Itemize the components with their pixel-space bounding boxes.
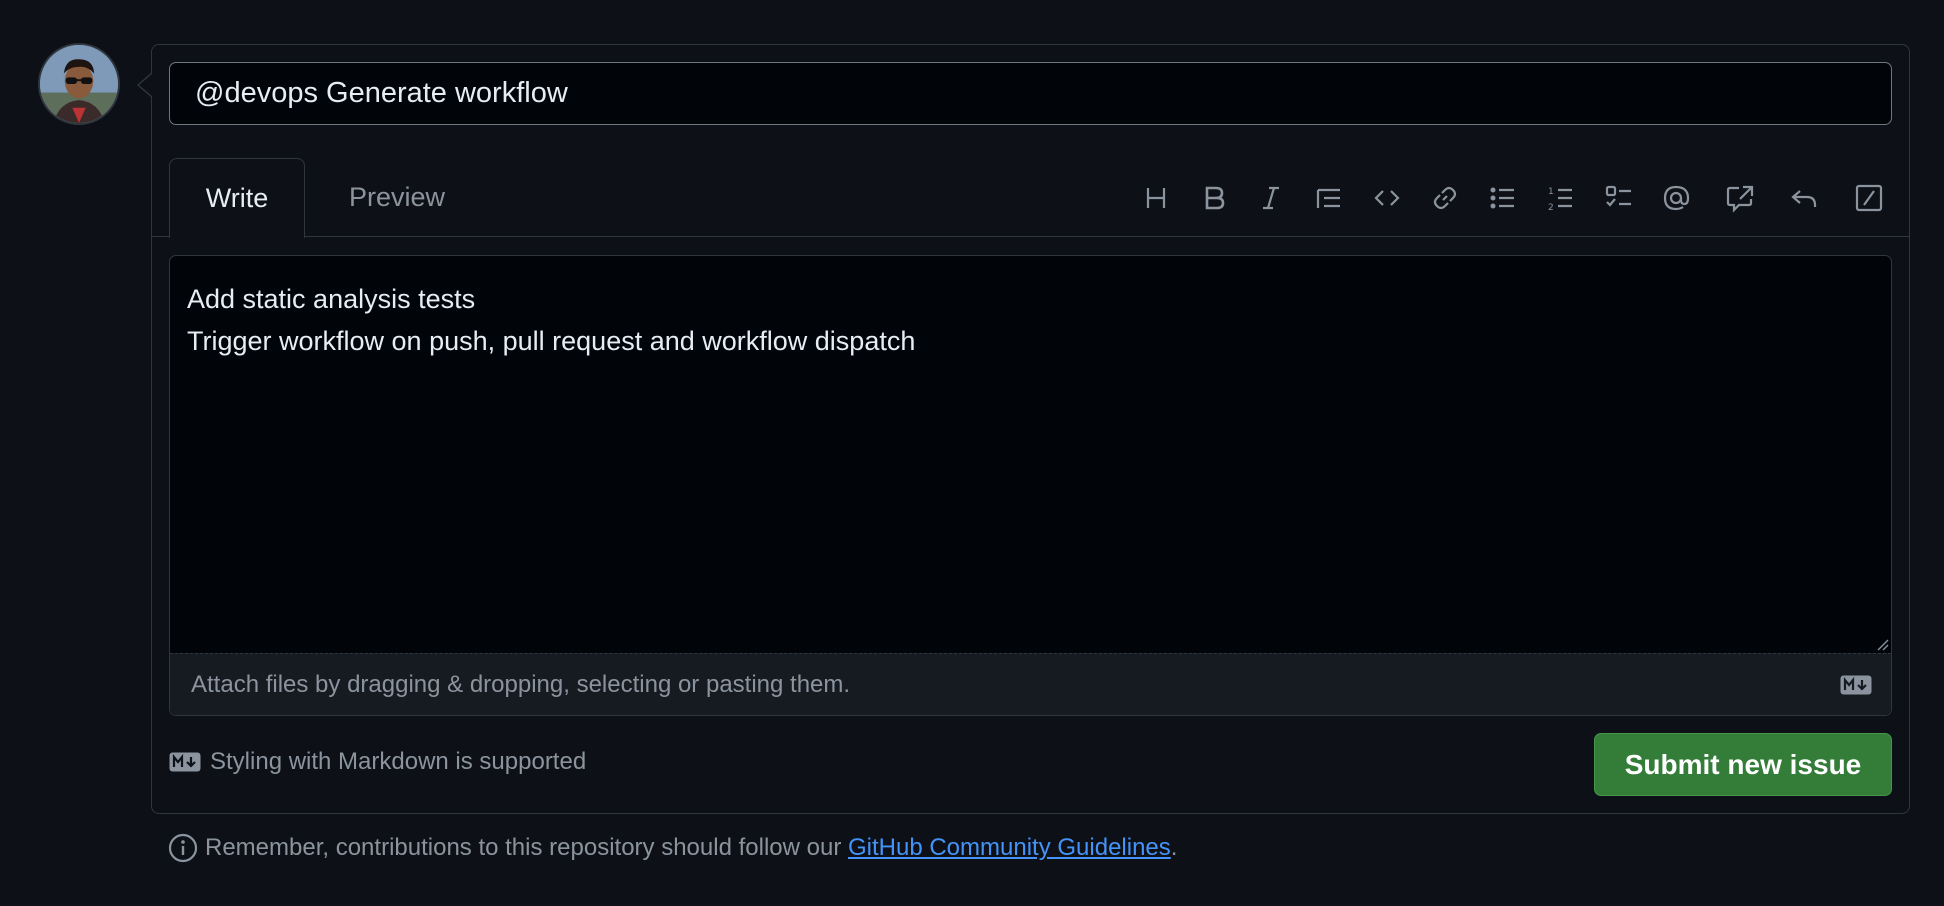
svg-text:1: 1 xyxy=(1548,187,1554,197)
comment-caret-fill xyxy=(139,73,153,97)
issue-body-line-1: Add static analysis tests xyxy=(187,284,476,314)
tab-write[interactable]: Write xyxy=(169,158,305,238)
bulleted-list-icon[interactable] xyxy=(1483,174,1523,222)
quote-icon[interactable] xyxy=(1309,174,1349,222)
contribution-guidelines-note: Remember, contributions to this reposito… xyxy=(167,832,1177,864)
task-list-icon[interactable] xyxy=(1599,174,1639,222)
tab-preview[interactable]: Preview xyxy=(330,158,464,237)
cross-reference-icon[interactable] xyxy=(1720,174,1760,222)
italic-icon[interactable] xyxy=(1251,174,1291,222)
link-icon[interactable] xyxy=(1425,174,1465,222)
numbered-list-icon[interactable]: 12 xyxy=(1541,174,1581,222)
issue-title-input[interactable] xyxy=(169,62,1892,125)
submit-new-issue-button[interactable]: Submit new issue xyxy=(1594,733,1892,796)
heading-icon[interactable] xyxy=(1136,174,1176,222)
info-icon xyxy=(168,833,198,863)
user-avatar[interactable] xyxy=(38,43,120,125)
avatar-image xyxy=(40,45,118,123)
saved-replies-icon[interactable] xyxy=(1784,174,1824,222)
issue-body-textarea[interactable]: Add static analysis tests Trigger workfl… xyxy=(169,255,1892,716)
bold-icon[interactable] xyxy=(1194,174,1234,222)
slash-commands-icon[interactable] xyxy=(1849,174,1889,222)
guidelines-prefix: Remember, contributions to this reposito… xyxy=(205,834,848,861)
code-icon[interactable] xyxy=(1367,174,1407,222)
resize-handle-icon[interactable] xyxy=(1877,639,1889,651)
markdown-icon[interactable] xyxy=(1840,675,1872,695)
mention-icon[interactable] xyxy=(1656,174,1696,222)
attach-files-bar[interactable]: Attach files by dragging & dropping, sel… xyxy=(170,653,1891,715)
attach-files-text: Attach files by dragging & dropping, sel… xyxy=(191,671,851,698)
markdown-support-note[interactable]: Styling with Markdown is supported xyxy=(169,748,586,776)
markdown-icon xyxy=(169,752,201,772)
svg-text:2: 2 xyxy=(1548,203,1554,213)
community-guidelines-link[interactable]: GitHub Community Guidelines xyxy=(848,834,1171,862)
issue-body-line-2: Trigger workflow on push, pull request a… xyxy=(187,326,916,356)
issue-body-text[interactable]: Add static analysis tests Trigger workfl… xyxy=(187,278,915,362)
markdown-support-label: Styling with Markdown is supported xyxy=(210,748,587,775)
guidelines-suffix: . xyxy=(1170,834,1178,861)
